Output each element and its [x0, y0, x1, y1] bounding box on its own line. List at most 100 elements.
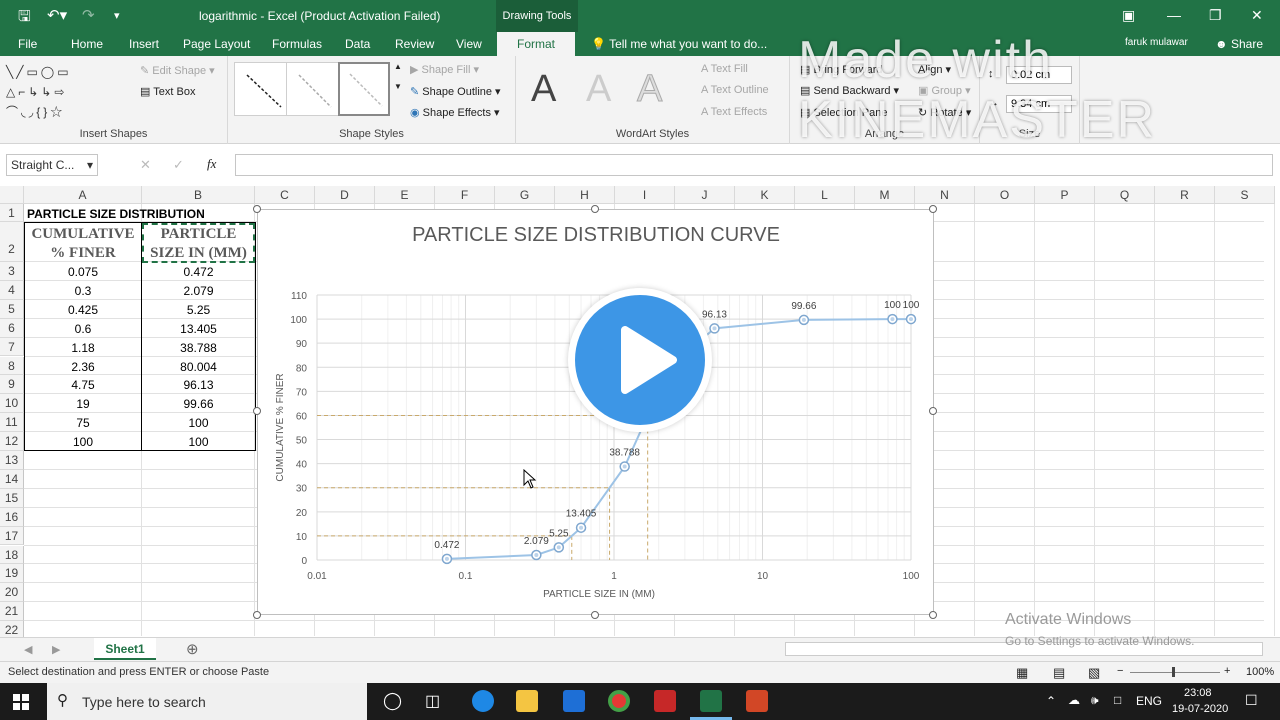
maximize-button[interactable]: ❐: [1209, 7, 1222, 24]
cell-particle-size[interactable]: 100: [142, 416, 255, 430]
clock-time[interactable]: 23:08: [1184, 687, 1212, 699]
row-header-16[interactable]: 16: [0, 507, 24, 527]
excel-taskbar-icon[interactable]: [700, 690, 722, 712]
cell-cumulative-finer[interactable]: 0.425: [24, 303, 142, 317]
name-box[interactable]: Straight C... ▾: [6, 154, 98, 176]
cell-particle-size[interactable]: 99.66: [142, 397, 255, 411]
undo-icon[interactable]: ↶▾: [47, 6, 67, 24]
save-icon[interactable]: 🖫: [18, 6, 31, 31]
redo-icon[interactable]: ↷: [82, 6, 95, 24]
close-button[interactable]: ✕: [1251, 7, 1263, 24]
cell-particle-size[interactable]: 0.472: [142, 265, 255, 279]
add-sheet-icon[interactable]: ⊕: [186, 640, 199, 658]
column-header-e[interactable]: E: [375, 186, 435, 204]
next-sheet-icon[interactable]: ▶: [52, 643, 60, 656]
sheet-title-cell[interactable]: PARTICLE SIZE DISTRIBUTION: [27, 207, 257, 221]
resize-handle[interactable]: [253, 407, 261, 415]
cell-cumulative-finer[interactable]: 1.18: [24, 341, 142, 355]
zoom-level[interactable]: 100%: [1246, 666, 1274, 678]
row-header-19[interactable]: 19: [0, 564, 24, 584]
column-header-i[interactable]: I: [615, 186, 675, 204]
column-header-o[interactable]: O: [975, 186, 1035, 204]
row-header-9[interactable]: 9: [0, 375, 24, 395]
page-break-view-icon[interactable]: ▧: [1088, 665, 1100, 681]
tab-page-layout[interactable]: Page Layout: [183, 37, 250, 51]
input-language[interactable]: ENG: [1136, 694, 1162, 708]
cell-cumulative-finer[interactable]: 0.075: [24, 265, 142, 279]
cell-cumulative-finer[interactable]: 19: [24, 397, 142, 411]
text-box-button[interactable]: ▤ Text Box: [140, 85, 195, 98]
column-header-r[interactable]: R: [1155, 186, 1215, 204]
minimize-button[interactable]: —: [1167, 7, 1181, 23]
row-header-17[interactable]: 17: [0, 526, 24, 546]
column-header-h[interactable]: H: [555, 186, 615, 204]
row-header-10[interactable]: 10: [0, 394, 24, 414]
zoom-in-icon[interactable]: +: [1224, 665, 1230, 677]
tab-file[interactable]: File: [18, 37, 37, 51]
normal-view-icon[interactable]: ▦: [1016, 665, 1028, 681]
column-header-n[interactable]: N: [915, 186, 975, 204]
taskbar-search-box[interactable]: ⚲ Type here to search: [47, 683, 367, 720]
shape-outline-button[interactable]: ✎ Shape Outline ▾: [410, 85, 501, 98]
edge-icon[interactable]: [472, 690, 494, 712]
resize-handle[interactable]: [591, 205, 599, 213]
acrobat-icon[interactable]: [654, 690, 676, 712]
tab-insert[interactable]: Insert: [129, 37, 159, 51]
column-header-l[interactable]: L: [795, 186, 855, 204]
prev-sheet-icon[interactable]: ◀: [24, 643, 32, 656]
text-outline-button[interactable]: A Text Outline: [701, 84, 769, 96]
row-header-6[interactable]: 6: [0, 318, 24, 338]
column-header-f[interactable]: F: [435, 186, 495, 204]
cell-cumulative-finer[interactable]: 2.36: [24, 360, 142, 374]
row-header-4[interactable]: 4: [0, 280, 24, 300]
select-all-corner[interactable]: [0, 186, 24, 204]
row-header-20[interactable]: 20: [0, 583, 24, 603]
column-header-c[interactable]: C: [255, 186, 315, 204]
customize-qat-icon[interactable]: ▾: [114, 9, 120, 22]
edit-shape-button[interactable]: ✎ Edit Shape ▾: [140, 64, 215, 77]
row-header-3[interactable]: 3: [0, 262, 24, 281]
tab-format[interactable]: Format: [497, 32, 576, 56]
row-header-2[interactable]: 2: [0, 222, 24, 262]
zoom-slider[interactable]: [1130, 672, 1220, 673]
column-header-k[interactable]: K: [735, 186, 795, 204]
file-explorer-icon[interactable]: [516, 690, 538, 712]
action-center-icon[interactable]: ☐: [1245, 692, 1258, 709]
resize-handle[interactable]: [253, 611, 261, 619]
clock-date[interactable]: 19-07-2020: [1172, 703, 1228, 715]
resize-handle[interactable]: [929, 205, 937, 213]
mail-icon[interactable]: [563, 690, 585, 712]
volume-icon[interactable]: 🕪: [1091, 693, 1099, 708]
video-play-button[interactable]: [568, 288, 712, 432]
shapes-gallery[interactable]: ╲╱▭◯▭ △⌐↳↳⇨ ⌒◟◞{}☆: [6, 62, 118, 122]
cell-particle-size[interactable]: 2.079: [142, 284, 255, 298]
row-header-7[interactable]: 7: [0, 337, 24, 357]
shape-style-2[interactable]: [286, 62, 340, 116]
insert-function-icon[interactable]: fx: [207, 156, 216, 172]
windows-start-icon[interactable]: [13, 694, 29, 710]
tab-data[interactable]: Data: [345, 37, 370, 51]
cell-particle-size[interactable]: 38.788: [142, 341, 255, 355]
column-header-d[interactable]: D: [315, 186, 375, 204]
ribbon-display-icon[interactable]: ▣: [1122, 7, 1135, 24]
cancel-icon[interactable]: ✕: [140, 157, 151, 173]
header-particle-size[interactable]: PARTICLE SIZE IN (MM): [142, 223, 255, 263]
shape-style-1[interactable]: [234, 62, 290, 116]
cell-cumulative-finer[interactable]: 4.75: [24, 378, 142, 392]
notifications-tray-icon[interactable]: □: [1114, 693, 1121, 707]
wordart-style-3[interactable]: A: [636, 68, 662, 111]
cell-particle-size[interactable]: 96.13: [142, 378, 255, 392]
cortana-icon[interactable]: ◯: [383, 691, 402, 711]
shape-style-3[interactable]: [338, 62, 390, 116]
shape-effects-button[interactable]: ◉ Shape Effects ▾: [410, 106, 500, 119]
shape-fill-button[interactable]: ▶ Shape Fill ▾: [410, 63, 479, 76]
row-header-12[interactable]: 12: [0, 432, 24, 451]
cell-cumulative-finer[interactable]: 0.3: [24, 284, 142, 298]
column-header-j[interactable]: J: [675, 186, 735, 204]
formula-input[interactable]: [235, 154, 1273, 176]
cell-particle-size[interactable]: 80.004: [142, 360, 255, 374]
row-header-18[interactable]: 18: [0, 545, 24, 565]
styles-scroll-up[interactable]: ▲: [394, 62, 402, 71]
row-header-15[interactable]: 15: [0, 488, 24, 508]
tab-formulas[interactable]: Formulas: [272, 37, 322, 51]
